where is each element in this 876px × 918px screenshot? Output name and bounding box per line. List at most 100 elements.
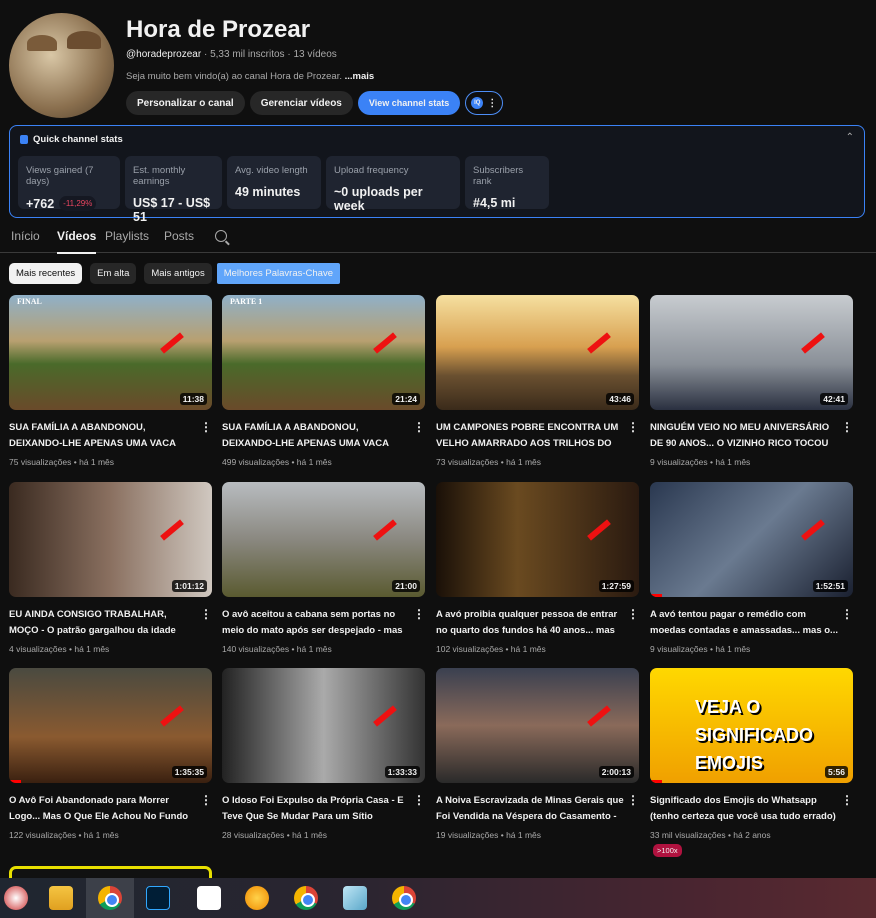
video-card: PARTE 1 21:24 SUA FAMÍLIA A ABANDONOU, DE… xyxy=(222,295,425,467)
video-title[interactable]: A avó tentou pagar o remédio com moedas … xyxy=(650,607,838,639)
video-options-icon[interactable]: ⋮ xyxy=(841,607,853,621)
channel-description[interactable]: Seja muito bem vindo(a) ao canal Hora de… xyxy=(126,71,374,82)
video-thumbnail[interactable]: 2:00:13 xyxy=(436,668,639,783)
video-thumbnail[interactable]: 1:27:59 xyxy=(436,482,639,597)
video-thumbnail[interactable]: 1:35:35 xyxy=(9,668,212,783)
video-duration: 1:35:35 xyxy=(171,766,207,778)
video-meta: 102 visualizações • há 1 mês xyxy=(436,644,546,654)
video-thumbnail[interactable]: FINAL 11:38 xyxy=(9,295,212,410)
capcut-icon[interactable] xyxy=(197,886,221,910)
video-options-icon[interactable]: ⋮ xyxy=(627,420,639,434)
video-options-icon[interactable]: ⋮ xyxy=(841,420,853,434)
video-meta: 73 visualizações • há 1 mês xyxy=(436,457,542,467)
video-title[interactable]: O Idoso Foi Expulso da Própria Casa - E … xyxy=(222,793,410,825)
video-title[interactable]: Significado dos Emojis do Whatsapp (tenh… xyxy=(650,793,838,825)
video-options-icon[interactable]: ⋮ xyxy=(627,607,639,621)
stat-label: Upload frequency xyxy=(334,165,409,176)
tab-playlists[interactable]: Playlists xyxy=(105,229,149,243)
customize-channel-button[interactable]: Personalizar o canal xyxy=(126,91,245,115)
video-card: 21:00 O avô aceitou a cabana sem portas … xyxy=(222,482,425,654)
red-arrow-graphic xyxy=(160,332,184,354)
video-thumbnail[interactable]: 1:01:12 xyxy=(9,482,212,597)
video-duration: 43:46 xyxy=(606,393,634,405)
video-thumbnail[interactable]: 1:33:33 xyxy=(222,668,425,783)
video-options-icon[interactable]: ⋮ xyxy=(841,793,853,807)
video-title[interactable]: A avó proibia qualquer pessoa de entrar … xyxy=(436,607,624,639)
video-title[interactable]: UM CAMPONES POBRE ENCONTRA UM VELHO AMAR… xyxy=(436,420,624,452)
video-duration: 1:27:59 xyxy=(598,580,634,592)
video-title[interactable]: O Avô Foi Abandonado para Morrer Logo...… xyxy=(9,793,197,825)
video-thumbnail[interactable]: VEJA O SIGNIFICADO EMOJIS 5:56 xyxy=(650,668,853,783)
video-options-icon[interactable]: ⋮ xyxy=(200,607,212,621)
video-title[interactable]: SUA FAMÍLIA A ABANDONOU, DEIXANDO-LHE AP… xyxy=(222,420,410,452)
video-card: FINAL 11:38 SUA FAMÍLIA A ABANDONOU, DEIX… xyxy=(9,295,212,467)
red-arrow-graphic xyxy=(373,332,397,354)
video-card: 1:33:33 O Idoso Foi Expulso da Própria C… xyxy=(222,668,425,840)
video-options-icon[interactable]: ⋮ xyxy=(413,607,425,621)
thumbnail-text: VEJA O SIGNIFICADO EMOJIS xyxy=(695,697,814,773)
stat-label: Est. monthly earnings xyxy=(133,165,186,187)
video-thumbnail[interactable]: 1:52:51 xyxy=(650,482,853,597)
thumbnail-label: PARTE 1 xyxy=(230,297,263,306)
stat-label: Subscribers rank xyxy=(473,165,524,187)
video-meta: 122 visualizações • há 1 mês xyxy=(9,830,119,840)
stat-value: +762 xyxy=(26,196,55,211)
channel-subs: · 5,33 mil inscritos · 13 vídeos xyxy=(201,49,337,60)
video-thumbnail[interactable]: PARTE 1 21:24 xyxy=(222,295,425,410)
vidiq-menu-button[interactable]: IQ ⋮ xyxy=(465,91,504,115)
red-arrow-graphic xyxy=(801,519,825,541)
chip-mais-antigos[interactable]: Mais antigos xyxy=(144,263,212,284)
file-explorer-icon[interactable] xyxy=(49,886,73,910)
stat-value: ~0 uploads per week xyxy=(334,185,423,213)
tab-videos[interactable]: Vídeos xyxy=(57,229,97,254)
view-channel-stats-button[interactable]: View channel stats xyxy=(357,91,461,115)
video-title[interactable]: A Noiva Escravizada de Minas Gerais que … xyxy=(436,793,624,825)
video-thumbnail[interactable]: 42:41 xyxy=(650,295,853,410)
video-duration: 2:00:13 xyxy=(598,766,634,778)
video-meta: 140 visualizações • há 1 mês xyxy=(222,644,332,654)
photoshop-icon[interactable] xyxy=(146,886,170,910)
video-title[interactable]: SUA FAMÍLIA A ABANDONOU, DEIXANDO-LHE AP… xyxy=(9,420,197,452)
collapse-chevron-icon[interactable]: ⌃ xyxy=(846,132,854,143)
tab-inicio[interactable]: Início xyxy=(11,229,40,243)
description-text: Seja muito bem vindo(a) ao canal Hora de… xyxy=(126,71,345,82)
video-title[interactable]: NINGUÉM VEIO NO MEU ANIVERSÁRIO DE 90 AN… xyxy=(650,420,838,452)
chip-mais-recentes[interactable]: Mais recentes xyxy=(9,263,83,284)
video-options-icon[interactable]: ⋮ xyxy=(200,793,212,807)
video-title[interactable]: EU AINDA CONSIGO TRABALHAR, MOÇO - O pat… xyxy=(9,607,197,639)
video-thumbnail[interactable]: 21:00 xyxy=(222,482,425,597)
snipping-tool-icon[interactable] xyxy=(4,886,28,910)
video-options-icon[interactable]: ⋮ xyxy=(413,420,425,434)
stat-value: 49 minutes xyxy=(235,185,301,199)
video-options-icon[interactable]: ⋮ xyxy=(413,793,425,807)
notepad-icon[interactable] xyxy=(343,886,367,910)
video-meta: 9 visualizações • há 1 mês xyxy=(650,457,751,467)
more-link[interactable]: ...mais xyxy=(345,71,375,82)
video-card: 1:01:12 EU AINDA CONSIGO TRABALHAR, MOÇO… xyxy=(9,482,212,654)
video-options-icon[interactable]: ⋮ xyxy=(627,793,639,807)
manage-videos-button[interactable]: Gerenciar vídeos xyxy=(249,91,353,115)
video-card: 42:41 NINGUÉM VEIO NO MEU ANIVERSÁRIO DE… xyxy=(650,295,853,467)
video-duration: 1:01:12 xyxy=(171,580,207,592)
video-thumbnail[interactable]: 43:46 xyxy=(436,295,639,410)
red-arrow-graphic xyxy=(160,705,184,727)
video-options-icon[interactable]: ⋮ xyxy=(200,420,212,434)
stat-card: Est. monthly earnings US$ 17 - US$ 51 xyxy=(125,156,222,224)
channel-meta: @horadeprozear · 5,33 mil inscritos · 13… xyxy=(126,49,337,60)
tab-posts[interactable]: Posts xyxy=(164,229,194,243)
stat-card: Views gained (7 days) +762 -11,29% xyxy=(18,156,120,211)
channel-handle: @horadeprozear xyxy=(126,49,202,60)
stat-value: #4,5 mi xyxy=(473,196,516,210)
video-meta: 28 visualizações • há 1 mês xyxy=(222,830,328,840)
chip-melhores-palavras-chave[interactable]: Melhores Palavras-Chave xyxy=(216,263,340,284)
chrome-profile-f-icon[interactable] xyxy=(392,886,416,910)
video-title[interactable]: O avô aceitou a cabana sem portas no mei… xyxy=(222,607,410,639)
chrome-profile-icon[interactable] xyxy=(294,886,318,910)
channel-avatar[interactable] xyxy=(9,13,114,118)
watch-progress-bar xyxy=(9,780,21,783)
weather-icon[interactable] xyxy=(245,886,269,910)
chip-em-alta[interactable]: Em alta xyxy=(90,263,137,284)
search-icon[interactable] xyxy=(215,230,227,242)
red-arrow-graphic xyxy=(801,332,825,354)
chrome-active-icon[interactable] xyxy=(86,878,134,918)
